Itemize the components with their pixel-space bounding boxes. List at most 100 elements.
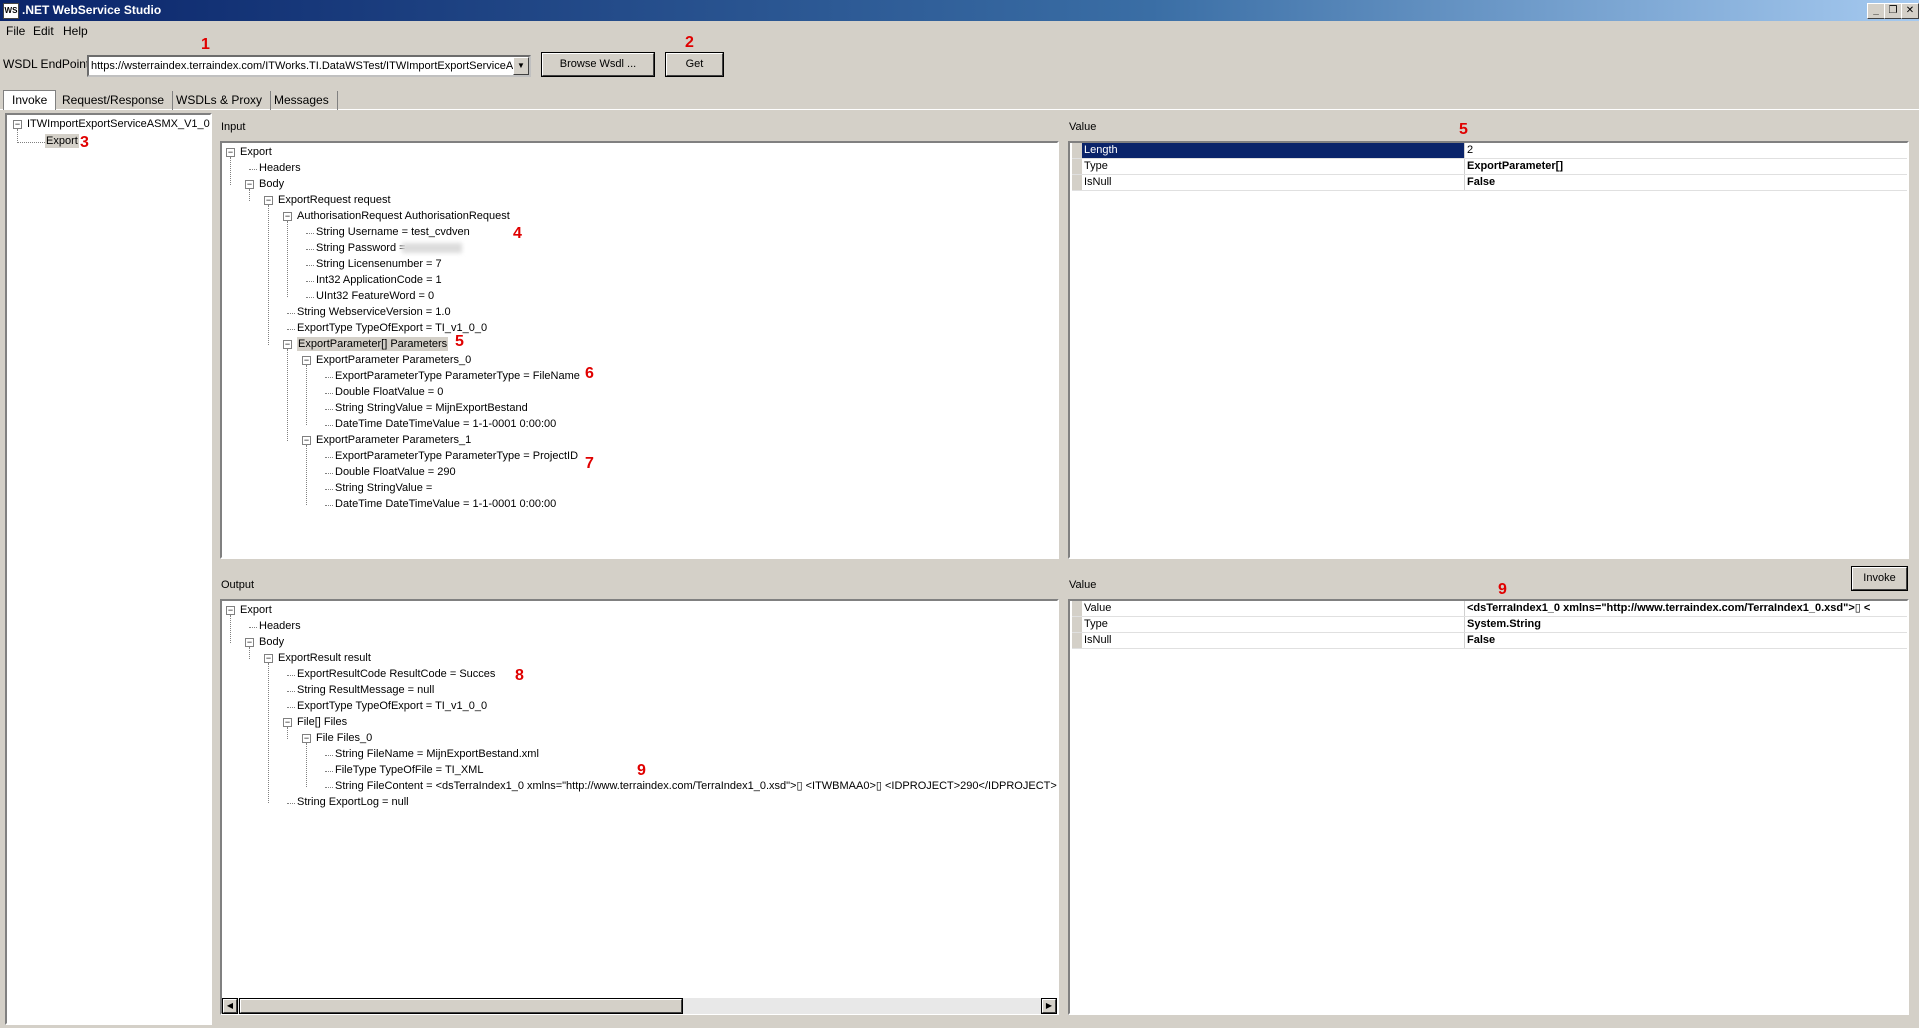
collapse-icon[interactable]: − [13, 120, 22, 129]
tree-node[interactable]: ExportResultCode ResultCode = Succes [297, 667, 495, 681]
property-row[interactable]: Type System.String [1072, 617, 1907, 633]
tree-line [249, 189, 250, 201]
tree-node[interactable]: String Username = test_cvdven [316, 225, 470, 239]
tree-node[interactable]: ExportResult result [278, 651, 371, 665]
tree-line [287, 691, 295, 692]
tree-node[interactable]: Export [240, 145, 272, 159]
tree-node[interactable]: Body [259, 635, 284, 649]
row-margin [1072, 159, 1082, 174]
tree-node[interactable]: String StringValue = [335, 481, 432, 495]
input-property-grid[interactable]: Length 2 Type ExportParameter[] IsNull False [1068, 141, 1909, 559]
tree-node[interactable]: ExportParameter Parameters_1 [316, 433, 471, 447]
property-row[interactable]: IsNull False [1072, 175, 1907, 191]
property-row[interactable]: Type ExportParameter[] [1072, 159, 1907, 175]
get-button[interactable]: Get [665, 52, 724, 77]
service-tree-panel[interactable]: − ITWImportExportServiceASMX_V1_0 Export [5, 113, 212, 1025]
tree-node[interactable]: String WebserviceVersion = 1.0 [297, 305, 451, 319]
collapse-icon[interactable]: − [264, 654, 273, 663]
annotation-4: 4 [513, 225, 522, 242]
invoke-button[interactable]: Invoke [1851, 566, 1908, 591]
tree-node[interactable]: ExportRequest request [278, 193, 391, 207]
collapse-icon[interactable]: − [302, 734, 311, 743]
menu-edit[interactable]: Edit [33, 24, 54, 38]
scroll-right-icon[interactable]: ▶ [1041, 998, 1057, 1014]
collapse-icon[interactable]: − [226, 606, 235, 615]
property-value[interactable]: System.String [1465, 617, 1541, 632]
annotation-7: 7 [585, 455, 594, 472]
tab-invoke[interactable]: Invoke [3, 90, 57, 110]
tree-line [306, 265, 314, 266]
property-value[interactable]: <dsTerraIndex1_0 xmlns="http://www.terra… [1465, 601, 1870, 616]
tree-node[interactable]: DateTime DateTimeValue = 1-1-0001 0:00:0… [335, 497, 556, 511]
property-value[interactable]: False [1465, 633, 1495, 648]
tab-wsdls-proxy[interactable]: WSDLs & Proxy [168, 91, 272, 110]
collapse-icon[interactable]: − [283, 212, 292, 221]
property-row[interactable]: Value <dsTerraIndex1_0 xmlns="http://www.… [1072, 601, 1907, 617]
property-value[interactable]: ExportParameter[] [1465, 159, 1563, 174]
collapse-icon[interactable]: − [226, 148, 235, 157]
tree-line [325, 771, 333, 772]
property-value[interactable]: False [1465, 175, 1495, 190]
property-value[interactable]: 2 [1465, 143, 1473, 158]
property-row[interactable]: IsNull False [1072, 633, 1907, 649]
output-tree-panel[interactable]: Export − Headers Body − ExportResult result − E… [220, 599, 1059, 1015]
tree-line [325, 409, 333, 410]
tree-node[interactable]: String ExportLog = null [297, 795, 409, 809]
collapse-icon[interactable]: − [283, 718, 292, 727]
tree-node[interactable]: String FileContent = <dsTerraIndex1_0 xm… [335, 779, 1057, 793]
tree-node[interactable]: String ResultMessage = null [297, 683, 434, 697]
tab-request-response[interactable]: Request/Response [54, 91, 174, 110]
tree-node[interactable]: AuthorisationRequest AuthorisationReques… [297, 209, 510, 223]
tree-node[interactable]: File[] Files [297, 715, 347, 729]
tree-node[interactable]: ExportParameter Parameters_0 [316, 353, 471, 367]
endpoint-combo[interactable]: ▼ [87, 55, 531, 77]
tree-node[interactable]: Headers [259, 619, 301, 633]
tree-node[interactable]: Double FloatValue = 290 [335, 465, 456, 479]
tree-node[interactable]: File Files_0 [316, 731, 372, 745]
tree-node[interactable]: String Licensenumber = 7 [316, 257, 442, 271]
output-property-grid[interactable]: Value <dsTerraIndex1_0 xmlns="http://www.… [1068, 599, 1909, 1015]
tree-node[interactable]: FileType TypeOfFile = TI_XML [335, 763, 483, 777]
property-row[interactable]: Length 2 [1072, 143, 1907, 159]
scrollbar-thumb[interactable] [239, 998, 683, 1014]
tree-node[interactable]: Body [259, 177, 284, 191]
row-margin [1072, 601, 1082, 616]
tree-node[interactable]: ExportParameterType ParameterType = Proj… [335, 449, 578, 463]
input-label: Input [221, 121, 246, 133]
input-tree-panel[interactable]: Export − Headers Body − ExportRequest request… [220, 141, 1059, 559]
tree-node[interactable]: String Password = [316, 241, 406, 255]
close-button[interactable]: ✕ [1901, 3, 1919, 19]
tab-messages[interactable]: Messages [266, 91, 338, 110]
collapse-icon[interactable]: − [264, 196, 273, 205]
tree-node[interactable]: ExportType TypeOfExport = TI_v1_0_0 [297, 699, 487, 713]
tree-node[interactable]: Headers [259, 161, 301, 175]
collapse-icon[interactable]: − [302, 436, 311, 445]
endpoint-input[interactable] [89, 57, 513, 75]
tree-node[interactable]: Int32 ApplicationCode = 1 [316, 273, 442, 287]
minimize-button[interactable]: _ [1867, 3, 1885, 19]
collapse-icon[interactable]: − [283, 340, 292, 349]
output-horizontal-scrollbar[interactable]: ◀ ▶ [222, 998, 1057, 1014]
tree-node[interactable]: Double FloatValue = 0 [335, 385, 443, 399]
service-root-node[interactable]: ITWImportExportServiceASMX_V1_0 [27, 117, 210, 131]
collapse-icon[interactable]: − [245, 638, 254, 647]
browse-wsdl-button[interactable]: Browse Wsdl ... [541, 52, 655, 77]
menu-file[interactable]: File [6, 24, 25, 38]
tree-node[interactable]: UInt32 FeatureWord = 0 [316, 289, 434, 303]
collapse-icon[interactable]: − [245, 180, 254, 189]
tree-node[interactable]: ExportParameterType ParameterType = File… [335, 369, 580, 383]
export-operation-node[interactable]: Export [45, 134, 79, 148]
tree-node[interactable]: String StringValue = MijnExportBestand [335, 401, 528, 415]
menu-help[interactable]: Help [63, 24, 88, 38]
chevron-down-icon[interactable]: ▼ [513, 57, 529, 75]
collapse-icon[interactable]: − [302, 356, 311, 365]
restore-button[interactable]: ❐ [1884, 3, 1902, 19]
scroll-left-icon[interactable]: ◀ [222, 998, 238, 1014]
property-key: Value [1082, 601, 1465, 616]
tree-node[interactable]: String FileName = MijnExportBestand.xml [335, 747, 539, 761]
annotation-1: 1 [201, 36, 210, 53]
tree-node[interactable]: ExportParameter[] Parameters [297, 337, 449, 351]
tree-node[interactable]: DateTime DateTimeValue = 1-1-0001 0:00:0… [335, 417, 556, 431]
tree-node[interactable]: Export [240, 603, 272, 617]
tree-line [287, 675, 295, 676]
